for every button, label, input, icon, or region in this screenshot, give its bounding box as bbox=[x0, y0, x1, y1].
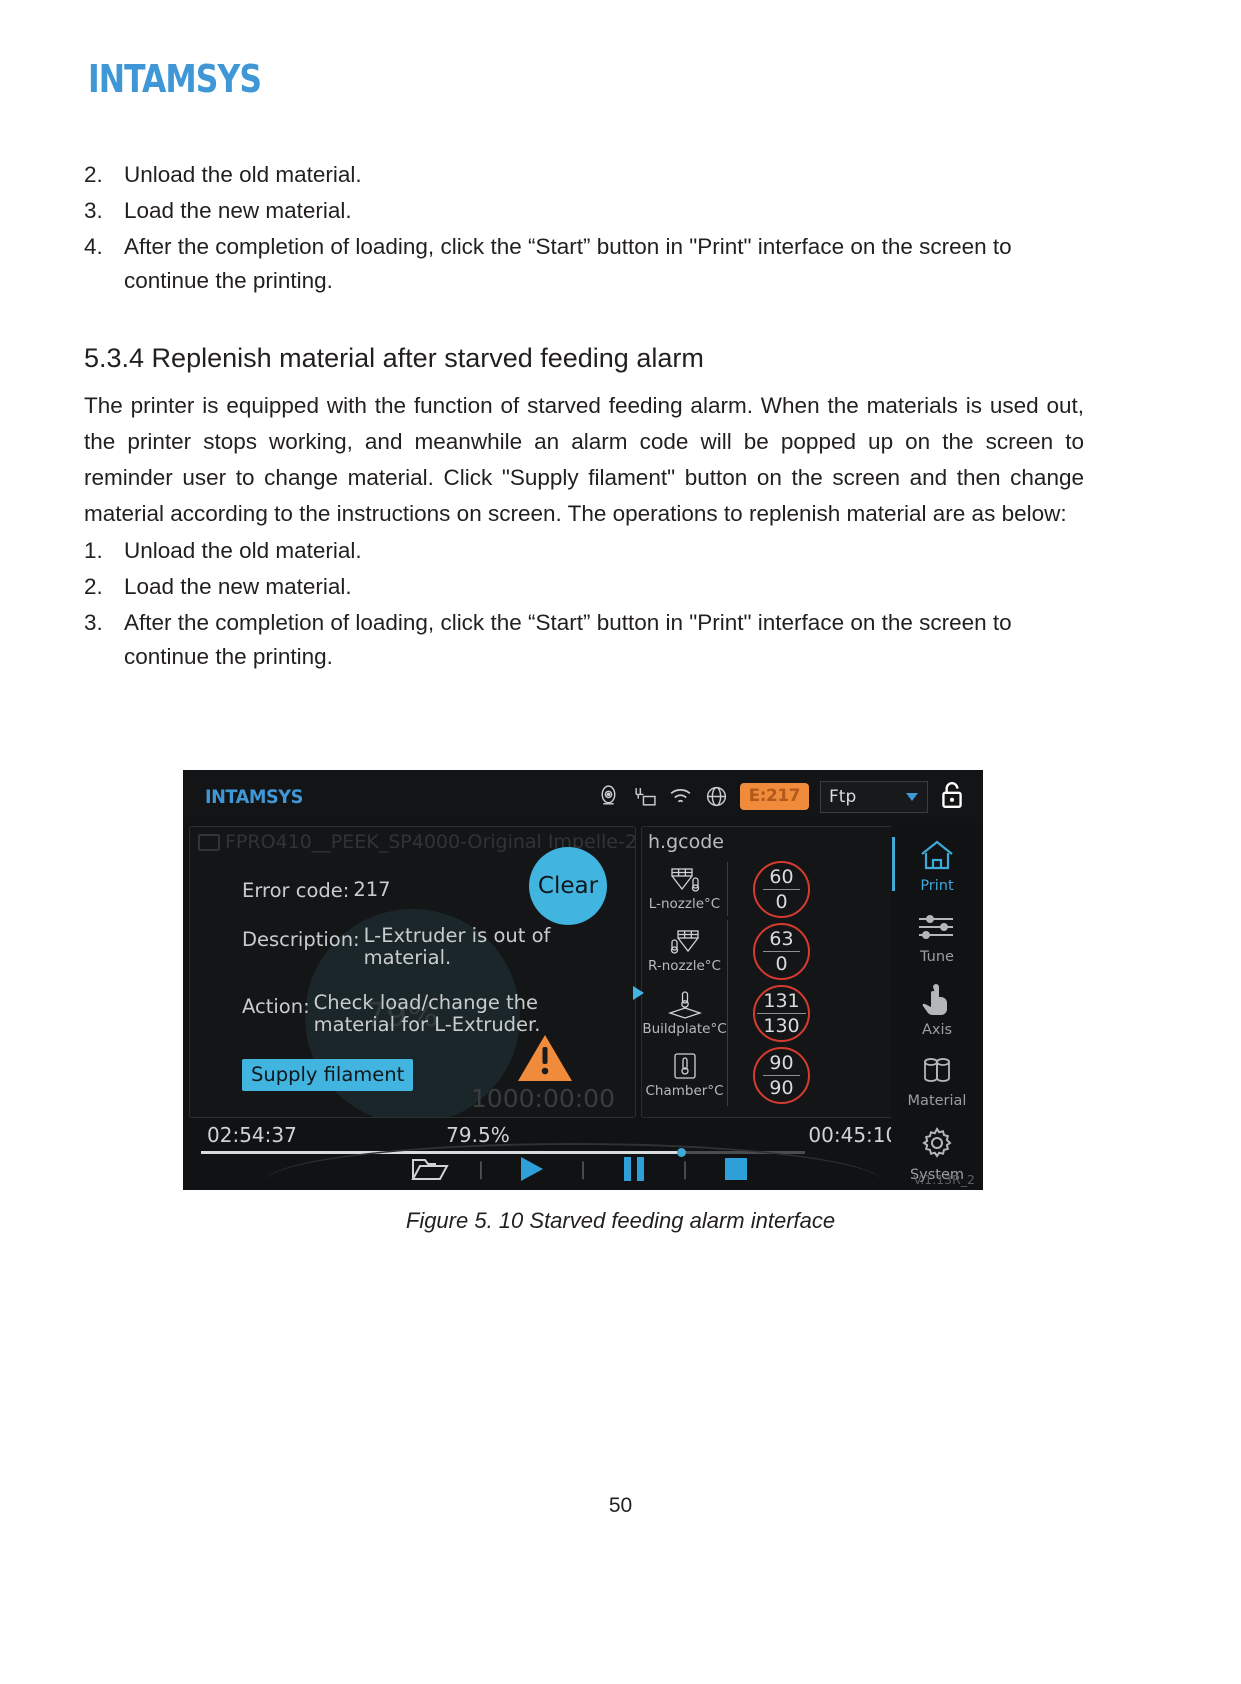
error-badge[interactable]: E:217 bbox=[739, 783, 809, 810]
panel-expand-arrow-icon[interactable] bbox=[633, 986, 644, 1000]
printer-main-area: FPRO410__PEEK_SP4000-Original Impelle-2 … bbox=[183, 823, 983, 1118]
description-value: L-Extruder is out of material. bbox=[363, 924, 551, 969]
clear-button[interactable]: Clear bbox=[529, 847, 607, 925]
hand-icon bbox=[920, 983, 954, 1019]
stop-button[interactable] bbox=[688, 1156, 784, 1182]
playback-controls: | | | bbox=[183, 1145, 983, 1190]
list-item-number: 3. bbox=[84, 198, 103, 223]
chamber-icon: Chamber°C bbox=[642, 1052, 727, 1099]
spool-icon bbox=[919, 1056, 955, 1090]
temperature-current: 131 bbox=[757, 990, 806, 1014]
description-label: Description: bbox=[242, 928, 360, 951]
intamsys-logo: INTAMSYS bbox=[88, 57, 262, 101]
globe-icon[interactable] bbox=[704, 784, 729, 809]
temperature-label: Buildplate°C bbox=[642, 1020, 727, 1037]
nav-label: Print bbox=[920, 878, 954, 895]
open-file-button[interactable] bbox=[382, 1155, 478, 1183]
temperature-target: 0 bbox=[775, 890, 788, 913]
action-label: Action: bbox=[242, 995, 310, 1018]
supply-filament-button[interactable]: Supply filament bbox=[242, 1059, 414, 1091]
temperature-current: 60 bbox=[763, 866, 800, 890]
start-button[interactable] bbox=[484, 1155, 580, 1183]
temperature-current: 63 bbox=[763, 928, 800, 952]
document-page: INTAMSYS 2. Unload the old material. 3. … bbox=[0, 0, 1241, 1684]
wifi-icon[interactable] bbox=[668, 784, 693, 809]
error-code-label: Error code: bbox=[242, 879, 350, 902]
temperature-label: R-nozzle°C bbox=[648, 957, 721, 974]
r-nozzle-icon: R-nozzle°C bbox=[642, 929, 727, 974]
list-item-text: After the completion of loading, click t… bbox=[124, 234, 1012, 293]
temperature-target: 0 bbox=[775, 952, 788, 975]
temperature-gauge[interactable]: 90 90 bbox=[753, 1046, 810, 1104]
figure-caption: Figure 5. 10 Starved feeding alarm inter… bbox=[405, 1208, 836, 1233]
nav-item-tune[interactable]: Tune bbox=[891, 903, 983, 975]
temperature-gauge[interactable]: 63 0 bbox=[753, 922, 810, 980]
temperature-label: Chamber°C bbox=[645, 1082, 724, 1099]
warning-triangle-icon bbox=[517, 1033, 573, 1083]
list-item-text: After the completion of loading, click t… bbox=[124, 610, 1012, 669]
list-item-text: Load the new material. bbox=[124, 574, 352, 599]
list-item: 2. Load the new material. bbox=[84, 570, 1084, 604]
buildplate-icon: Buildplate°C bbox=[642, 990, 727, 1037]
section-paragraph: The printer is equipped with the functio… bbox=[84, 393, 1084, 526]
list-item: 1. Unload the old material. bbox=[84, 534, 1084, 568]
printer-nav-rail: Print Tune Axis Material System V.1.13R_… bbox=[891, 823, 983, 1190]
page-number: 50 bbox=[608, 1494, 633, 1517]
elapsed-time: 02:54:37 bbox=[207, 1123, 297, 1147]
list-item-text: Unload the old material. bbox=[124, 162, 362, 187]
section-heading: 5.3.4 Replenish material after starved f… bbox=[84, 343, 704, 373]
nav-label: Tune bbox=[920, 949, 954, 966]
printer-screen-figure: INTAMSYS E:217 Ftp FPRO410__PEEK_SP4000-… bbox=[183, 770, 983, 1190]
printer-statusbar: 02:54:37 79.5% 00:45:10 left | | | bbox=[183, 1116, 983, 1190]
list-item-text: Unload the old material. bbox=[124, 538, 362, 563]
chevron-down-icon bbox=[906, 792, 918, 801]
printer-topbar-right: E:217 Ftp bbox=[596, 780, 983, 814]
list-item-text: Load the new material. bbox=[124, 198, 352, 223]
nav-item-axis[interactable]: Axis bbox=[891, 975, 983, 1047]
temperature-label: L-nozzle°C bbox=[648, 895, 721, 912]
network-icon[interactable] bbox=[632, 784, 657, 809]
nav-label: Axis bbox=[921, 1021, 953, 1038]
list-item-number: 1. bbox=[84, 538, 103, 563]
temperature-gauge[interactable]: 131 130 bbox=[753, 984, 810, 1042]
connection-select-value: Ftp bbox=[829, 786, 857, 807]
list-item: 3. Load the new material. bbox=[84, 194, 1084, 228]
job-filename-tail: h.gcode bbox=[648, 831, 724, 853]
connection-select[interactable]: Ftp bbox=[820, 780, 928, 813]
document-content: 2. Unload the old material. 3. Load the … bbox=[84, 158, 1084, 676]
list-item-number: 4. bbox=[84, 234, 103, 259]
pause-button[interactable] bbox=[586, 1155, 682, 1183]
idle-timer: 1000:00:00 bbox=[470, 1084, 615, 1113]
printer-topbar: INTAMSYS E:217 Ftp bbox=[183, 770, 983, 823]
lock-icon[interactable] bbox=[939, 780, 965, 814]
printer-logo: INTAMSYS bbox=[205, 785, 303, 808]
temperature-current: 90 bbox=[763, 1052, 800, 1076]
instruction-list-top: 2. Unload the old material. 3. Load the … bbox=[84, 158, 1084, 298]
error-code-value: 217 bbox=[353, 878, 391, 901]
list-item: 4. After the completion of loading, clic… bbox=[84, 230, 1084, 298]
camera-icon[interactable] bbox=[596, 784, 621, 809]
sliders-icon bbox=[917, 912, 957, 946]
action-value: Check load/change the material for L-Ext… bbox=[313, 991, 541, 1036]
list-item-number: 3. bbox=[84, 610, 103, 635]
list-item-number: 2. bbox=[84, 162, 103, 187]
nav-label: Material bbox=[907, 1092, 967, 1109]
home-icon bbox=[919, 839, 955, 875]
action-row: Action: Check load/change the material f… bbox=[242, 991, 635, 1036]
list-item: 3. After the completion of loading, clic… bbox=[84, 606, 1084, 674]
temperature-gauge[interactable]: 60 0 bbox=[753, 860, 810, 918]
description-row: Description: L-Extruder is out of materi… bbox=[242, 924, 635, 969]
temperature-target: 90 bbox=[769, 1076, 794, 1099]
nav-item-material[interactable]: Material bbox=[891, 1046, 983, 1118]
nav-item-print[interactable]: Print bbox=[891, 831, 983, 903]
l-nozzle-icon: L-nozzle°C bbox=[642, 867, 727, 912]
list-item: 2. Unload the old material. bbox=[84, 158, 1084, 192]
folder-icon bbox=[198, 833, 220, 851]
list-item-number: 2. bbox=[84, 574, 103, 599]
gear-icon bbox=[920, 1126, 954, 1164]
firmware-version: V.1.13R_2 bbox=[913, 1172, 975, 1187]
alarm-panel: FPRO410__PEEK_SP4000-Original Impelle-2 … bbox=[189, 826, 636, 1118]
instruction-list-bottom: 1. Unload the old material. 2. Load the … bbox=[84, 534, 1084, 674]
temperature-target: 130 bbox=[763, 1014, 800, 1037]
